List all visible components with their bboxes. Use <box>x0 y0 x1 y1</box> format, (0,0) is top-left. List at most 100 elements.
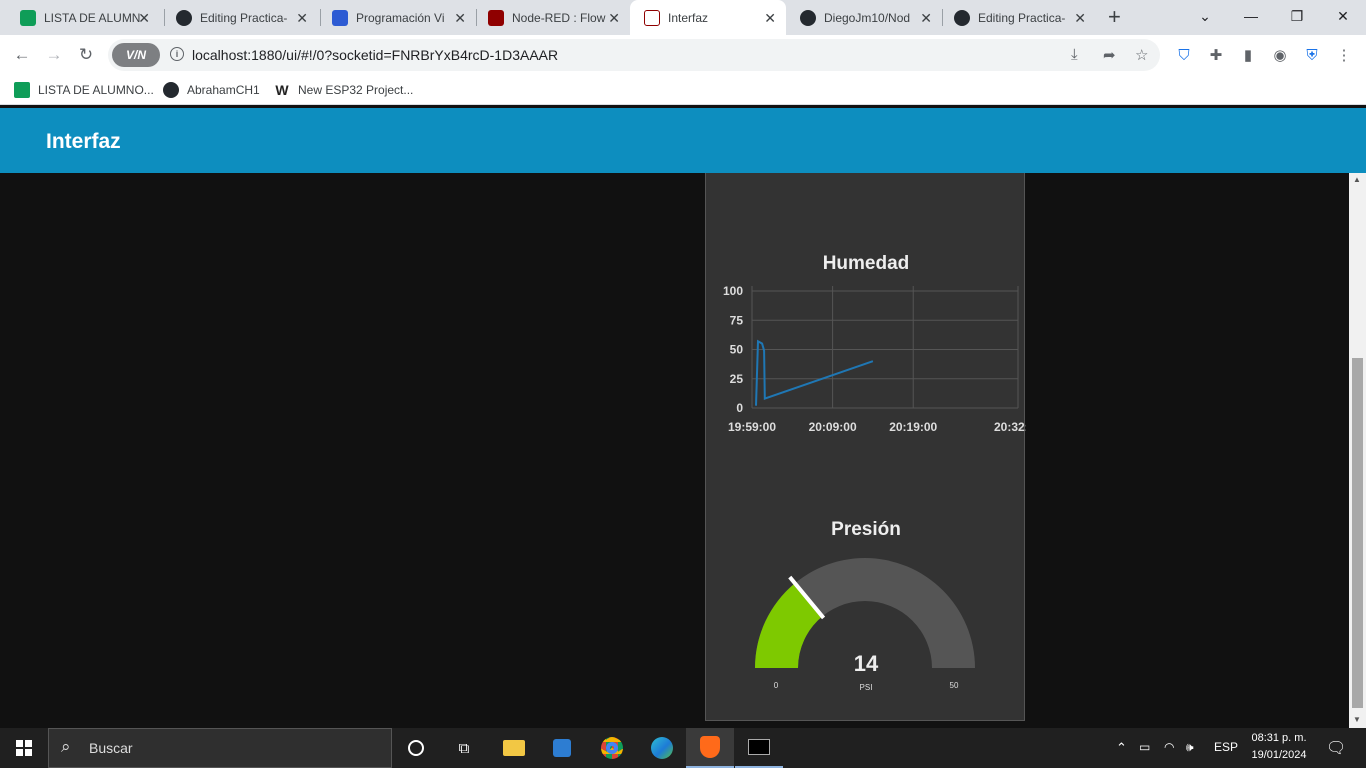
bookmark-esp32[interactable]: W New ESP32 Project... <box>274 82 413 98</box>
github-icon <box>800 9 816 26</box>
gauge-units: PSI <box>859 683 873 692</box>
forward-icon[interactable]: → <box>42 43 66 67</box>
battery-icon[interactable]: ▭ <box>1139 740 1150 754</box>
y-tick-label: 25 <box>730 372 744 386</box>
tab-diegojm10[interactable]: DiegoJm10/Nod ✕ <box>786 0 942 35</box>
sheets-icon <box>20 9 36 26</box>
edge-icon[interactable] <box>638 728 686 768</box>
windows-taskbar: ⌕ Buscar ⧉ ⌃ ▭ ◠ 🕪 ESP 08:31 p. m. 19/01… <box>0 728 1366 768</box>
tab-node-red-flow[interactable]: Node-RED : Flow ✕ <box>474 0 630 35</box>
tab-strip: LISTA DE ALUMNOS ✕ Editing Practica- ✕ P… <box>0 0 1366 35</box>
y-tick-label: 100 <box>723 284 743 298</box>
windows-start-icon[interactable] <box>0 728 48 768</box>
extensions-puzzle-icon[interactable]: ✚ <box>1206 45 1226 65</box>
gauge-value: 14 <box>853 651 879 676</box>
y-tick-label: 75 <box>730 313 744 327</box>
tab-title: Interfaz <box>668 10 709 25</box>
tab-title: Programación Vi <box>356 10 445 25</box>
notifications-icon[interactable]: 🗨 <box>1326 738 1346 758</box>
language-indicator[interactable]: ESP <box>1214 740 1238 754</box>
clock-time[interactable]: 08:31 p. m. <box>1248 732 1310 744</box>
page-scrollbar[interactable]: ▲ ▼ <box>1349 173 1366 728</box>
bookmark-label: New ESP32 Project... <box>298 83 414 97</box>
wokwi-icon: W <box>275 82 289 98</box>
bookmark-star-icon[interactable]: ☆ <box>1135 46 1148 64</box>
pressure-gauge-title: Presión <box>831 519 901 540</box>
task-view-icon[interactable]: ⧉ <box>440 728 488 768</box>
media-player-icon[interactable] <box>538 728 586 768</box>
file-explorer-icon[interactable] <box>490 728 538 768</box>
taskbar-search[interactable]: ⌕ Buscar <box>48 728 392 768</box>
humidity-chart-title: Humedad <box>822 253 910 274</box>
dashboard-group-card: Humedad 100 75 50 25 0 19:59:00 20:09:00 20:19… <box>705 173 1026 721</box>
bookmark-label: AbrahamCH1 <box>187 83 260 97</box>
tab-editing-practica-2[interactable]: Editing Practica- ✕ <box>940 0 1096 35</box>
page-title: Interfaz <box>46 130 121 153</box>
info-icon[interactable]: i <box>170 47 184 61</box>
share-icon[interactable]: ➦ <box>1103 46 1116 64</box>
close-window-button[interactable]: ✕ <box>1320 0 1366 32</box>
sheets-icon <box>14 82 30 98</box>
github-icon <box>163 82 179 98</box>
arduino-icon <box>332 9 348 26</box>
close-icon[interactable]: ✕ <box>296 10 308 27</box>
bookmark-lista-alumnos[interactable]: LISTA DE ALUMNO... <box>14 82 154 98</box>
reload-icon[interactable]: ↻ <box>74 43 98 67</box>
github-icon <box>176 9 192 26</box>
search-icon: ⌕ <box>61 737 71 756</box>
close-icon[interactable]: ✕ <box>454 10 466 27</box>
brave-browser-icon[interactable] <box>686 728 734 768</box>
bookmark-abrahamch1[interactable]: AbrahamCH1 <box>163 82 260 98</box>
tab-lista-alumnos[interactable]: LISTA DE ALUMNOS ✕ <box>6 0 160 35</box>
x-tick-label: 20:09:00 <box>809 420 857 434</box>
profile-icon[interactable]: ◉ <box>1270 45 1290 65</box>
security-shield-icon[interactable]: ⛨ <box>1302 45 1322 65</box>
close-icon[interactable]: ✕ <box>138 10 150 27</box>
close-icon[interactable]: ✕ <box>1074 10 1086 27</box>
minimize-button[interactable]: — <box>1228 0 1274 32</box>
back-icon[interactable]: ← <box>10 43 34 67</box>
scroll-thumb[interactable] <box>1352 358 1363 708</box>
restore-button[interactable]: ❐ <box>1274 0 1320 32</box>
cortana-icon[interactable] <box>392 728 440 768</box>
x-tick-label: 20:32:00 <box>994 420 1026 434</box>
humidity-series-line <box>755 339 874 406</box>
tab-title: LISTA DE ALUMNOS <box>44 10 140 25</box>
tab-interfaz[interactable]: Interfaz ✕ <box>630 0 786 35</box>
tab-title: DiegoJm10/Nod <box>824 10 911 25</box>
tray-expand-icon[interactable]: ⌃ <box>1116 740 1127 756</box>
tab-title: Node-RED : Flow <box>512 10 606 25</box>
tab-programacion[interactable]: Programación Vi ✕ <box>318 0 476 35</box>
dashboard-page: Interfaz Humedad 100 75 50 25 0 19:59:00 20:0… <box>0 108 1366 728</box>
url-text[interactable]: localhost:1880/ui/#!/0?socketid=FNRBrYxB… <box>192 47 558 63</box>
humidity-chart[interactable]: 100 75 50 25 0 19:59:00 20:09:00 20:19:00 20:32… <box>706 278 1026 438</box>
tab-title: Editing Practica- <box>978 10 1066 25</box>
tab-title: Editing Practica- <box>200 10 288 25</box>
x-tick-label: 19:59:00 <box>728 420 776 434</box>
close-icon[interactable]: ✕ <box>920 10 932 27</box>
chrome-icon[interactable] <box>588 728 636 768</box>
x-tick-label: 20:19:00 <box>889 420 937 434</box>
gauge-min: 0 <box>773 681 779 690</box>
menu-kebab-icon[interactable]: ⋮ <box>1334 45 1354 65</box>
scroll-up-icon[interactable]: ▲ <box>1353 175 1361 184</box>
vpn-button[interactable]: V/N <box>112 43 160 67</box>
github-icon <box>954 9 970 26</box>
bookmarks-bar: LISTA DE ALUMNO... AbrahamCH1 W New ESP3… <box>0 75 1366 105</box>
close-icon[interactable]: ✕ <box>608 10 620 27</box>
scroll-down-icon[interactable]: ▼ <box>1353 715 1361 724</box>
clock-date[interactable]: 19/01/2024 <box>1248 749 1310 761</box>
nodered-icon <box>644 9 660 26</box>
address-bar[interactable]: V/N i localhost:1880/ui/#!/0?socketid=FN… <box>108 39 1160 71</box>
terminal-icon[interactable] <box>735 728 783 768</box>
new-tab-button[interactable]: + <box>1108 4 1121 30</box>
tab-search-icon[interactable]: ⌄ <box>1182 0 1228 32</box>
extension-shield-icon[interactable]: ⛉ <box>1174 45 1194 65</box>
tab-editing-practica[interactable]: Editing Practica- ✕ <box>162 0 318 35</box>
volume-icon[interactable]: 🕪 <box>1186 740 1194 755</box>
close-icon[interactable]: ✕ <box>764 10 776 27</box>
search-placeholder: Buscar <box>89 740 133 756</box>
wifi-icon[interactable]: ◠ <box>1164 740 1174 754</box>
side-panel-icon[interactable]: ▮ <box>1238 45 1258 65</box>
install-icon[interactable]: ⤓ <box>1071 46 1078 63</box>
